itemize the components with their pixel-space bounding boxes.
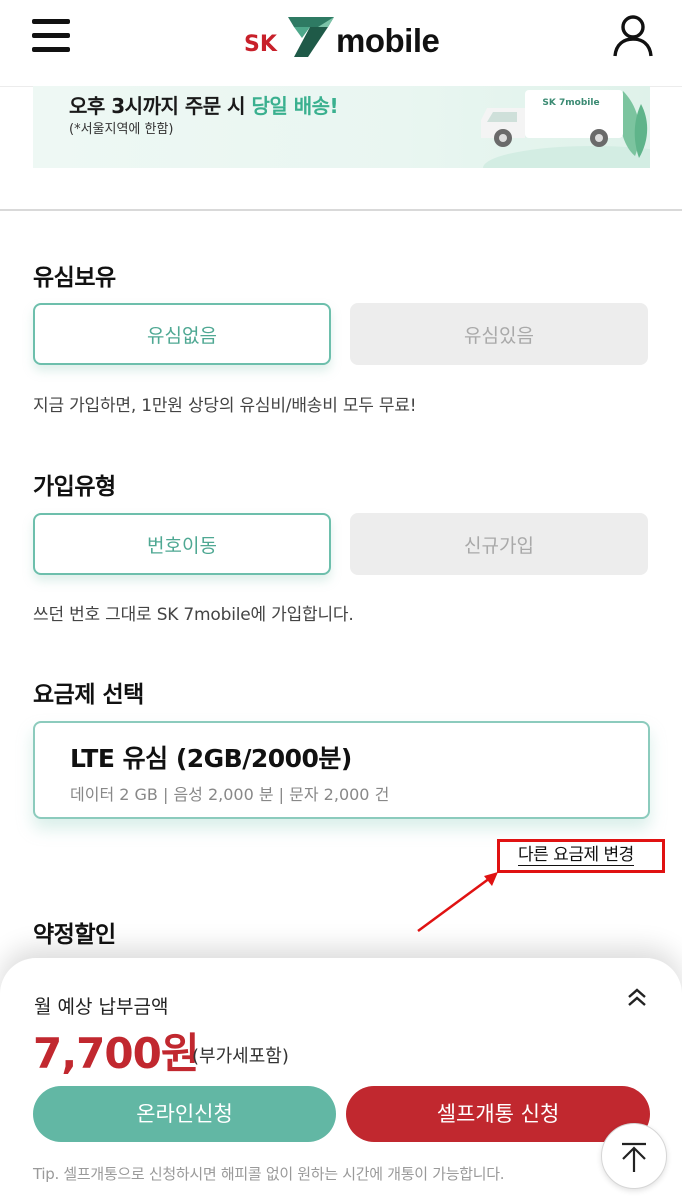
usim-none-option[interactable]: 유심없음 — [33, 303, 331, 365]
section-divider — [0, 209, 682, 211]
annotation-arrow-icon — [417, 872, 498, 933]
plan-section-title: 요금제 선택 — [33, 682, 144, 708]
tip-text: Tip. 셀프개통으로 신청하시면 해피콜 없이 원하는 시간에 개통이 가능합… — [33, 1165, 505, 1183]
banner-title-prefix: 오후 3시까지 주문 시 — [69, 94, 252, 118]
sk7mobile-logo[interactable]: SK mobile — [244, 16, 444, 60]
usim-section-title: 유심보유 — [33, 265, 116, 291]
logo-sk-text: SK — [244, 32, 277, 57]
plan-detail: 데이터 2 GB | 음성 2,000 분 | 문자 2,000 건 — [70, 785, 390, 804]
change-plan-highlight-box: 다른 요금제 변경 — [497, 839, 665, 873]
logo-word-text: mobile — [336, 22, 440, 59]
banner-subtitle: (*서울지역에 한함) — [69, 122, 174, 137]
usim-have-option[interactable]: 유심있음 — [350, 303, 648, 365]
price-bottom-sheet: 월 예상 납부금액 7,700원 (부가세포함) 온라인신청 셀프개통 신청 T… — [0, 958, 682, 1203]
app-header: SK mobile — [0, 0, 682, 87]
plan-name: LTE 유심 (2GB/2000분) — [70, 744, 352, 773]
join-type-section-title: 가입유형 — [33, 474, 116, 500]
monthly-estimate-label: 월 예상 납부금액 — [34, 996, 169, 1018]
join-type-description: 쓰던 번호 그대로 SK 7mobile에 가입합니다. — [33, 605, 354, 625]
logo-seven-mark-icon — [288, 17, 334, 57]
banner-title: 오후 3시까지 주문 시 당일 배송! — [69, 90, 339, 119]
user-profile-icon[interactable] — [612, 14, 654, 58]
truck-label: SK 7mobile — [542, 98, 599, 108]
same-day-delivery-banner[interactable]: 오후 3시까지 주문 시 당일 배송! (*서울지역에 한함) SK 7mobi… — [33, 86, 650, 168]
vat-included-note: (부가세포함) — [192, 1046, 289, 1067]
selected-plan-card[interactable]: LTE 유심 (2GB/2000분) 데이터 2 GB | 음성 2,000 분… — [33, 721, 650, 819]
discount-section-title: 약정할인 — [33, 922, 116, 948]
new-subscription-option[interactable]: 신규가입 — [350, 513, 648, 575]
banner-title-highlight: 당일 배송! — [251, 94, 339, 118]
usim-description: 지금 가입하면, 1만원 상당의 유심비/배송비 모두 무료! — [33, 396, 417, 416]
delivery-truck-illustration: SK 7mobile — [481, 90, 650, 168]
scroll-to-top-button[interactable] — [601, 1123, 667, 1189]
double-chevron-up-icon[interactable] — [626, 986, 648, 1008]
online-apply-button[interactable]: 온라인신청 — [33, 1086, 336, 1142]
monthly-price: 7,700원 — [33, 1029, 199, 1078]
number-transfer-option[interactable]: 번호이동 — [33, 513, 331, 575]
hamburger-menu-icon[interactable] — [32, 17, 70, 53]
scroll-to-top-icon — [622, 1142, 646, 1172]
change-plan-link[interactable]: 다른 요금제 변경 — [518, 845, 634, 866]
